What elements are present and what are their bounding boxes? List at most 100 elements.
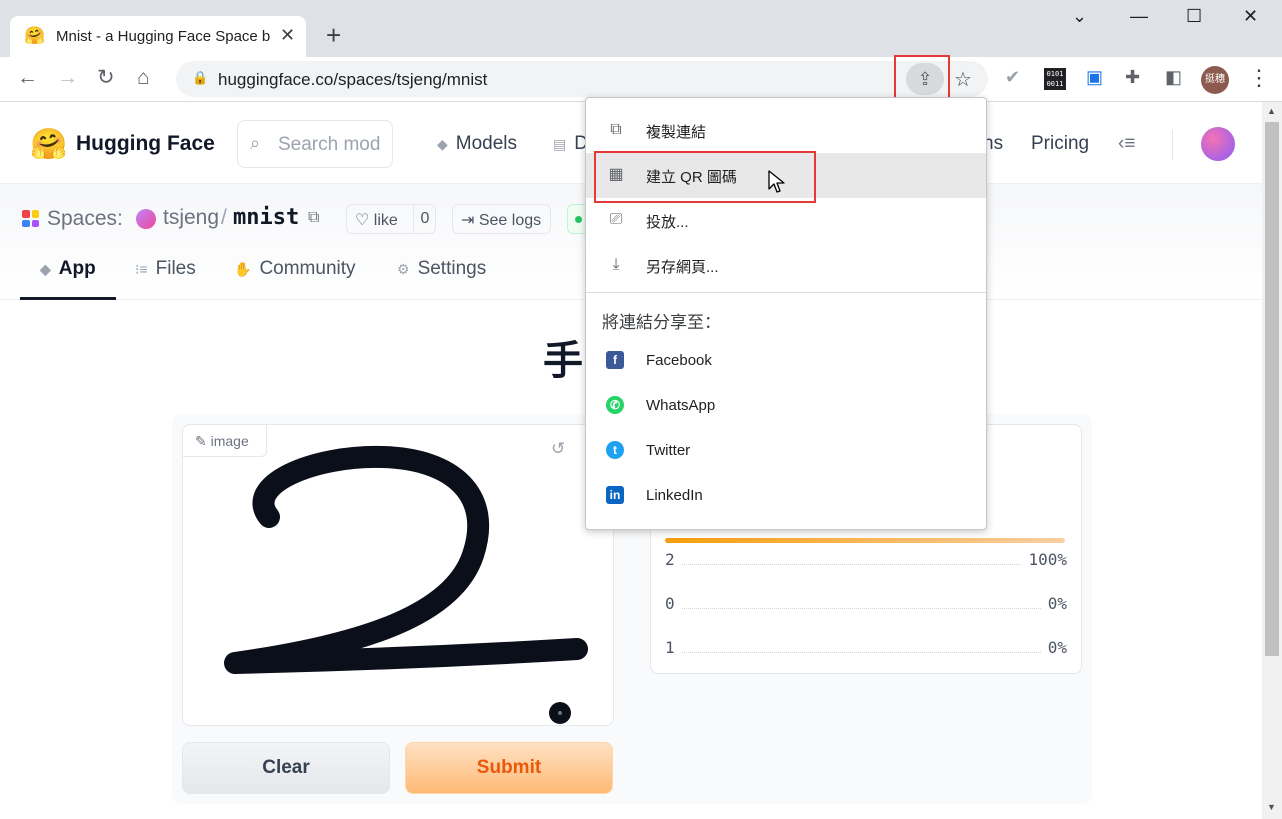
facebook-icon: f [606, 351, 624, 369]
maximize-icon[interactable]: ☐ [1186, 6, 1202, 27]
heart-icon: ♡ [355, 212, 370, 229]
space-name[interactable]: mnist [233, 205, 299, 230]
clear-button[interactable]: Clear [182, 742, 390, 794]
user-avatar[interactable] [1201, 127, 1235, 161]
page-scrollbar[interactable]: ▲ ▼ [1262, 102, 1282, 819]
prediction-value: 0% [1041, 638, 1067, 657]
like-label: ♡ like [355, 212, 398, 229]
image-label: ✎ image [183, 425, 267, 457]
prediction-label: 1 [665, 638, 681, 657]
binary-extension-icon[interactable]: 0101 0011 [1044, 68, 1066, 90]
status-dot [575, 216, 582, 223]
gear-icon: ⚙ [397, 261, 410, 277]
menu-item-linkedin[interactable]: in LinkedIn [586, 474, 986, 519]
whatsapp-icon: ✆ [606, 396, 624, 414]
sketchpad-canvas[interactable]: ✎ image ↺ [182, 424, 614, 726]
save-page-icon: ⤓ [612, 256, 620, 273]
hf-logo-icon[interactable]: 🤗 [30, 127, 67, 162]
menu-divider [586, 292, 986, 293]
reload-icon[interactable]: ↻ [97, 66, 115, 90]
menu-item-save-page[interactable]: ⤓ 另存網頁... [586, 243, 986, 288]
tab-title: Mnist - a Hugging Face Space b [56, 28, 271, 45]
prediction-label: 0 [665, 594, 681, 613]
cast-icon: ⎚ [609, 211, 623, 228]
menu-item-copy-link[interactable]: ⧉ 複製連結 [586, 108, 986, 153]
cube-icon: ◆ [437, 136, 448, 152]
menu-item-facebook[interactable]: f Facebook [586, 339, 986, 384]
document-extension-icon[interactable]: ▣ [1086, 67, 1103, 88]
like-button[interactable]: ♡ like 0 [346, 204, 436, 234]
back-icon[interactable]: ← [17, 66, 38, 90]
owner-avatar [136, 209, 156, 229]
prediction-row: 1 0% [665, 638, 1067, 660]
spaces-label[interactable]: Spaces: [47, 207, 123, 231]
menu-item-twitter[interactable]: t Twitter [586, 429, 986, 474]
logs-icon: ⇥ [461, 212, 475, 229]
prediction-value: 0% [1041, 594, 1067, 613]
nav-datasets[interactable]: ▤ D [553, 133, 588, 155]
side-panel-icon[interactable]: ◧ [1165, 67, 1182, 88]
minimize-icon[interactable]: — [1130, 6, 1148, 27]
scroll-down-icon[interactable]: ▼ [1267, 802, 1276, 812]
tab-app[interactable]: ◆ App [40, 258, 96, 280]
nav-pricing[interactable]: Pricing [1031, 133, 1089, 155]
extensions-puzzle-icon[interactable]: ✚ [1125, 67, 1140, 88]
community-icon: ✋ [234, 261, 252, 277]
browser-titlebar: 🤗 Mnist - a Hugging Face Space b ✕ + ⌄ —… [0, 0, 1282, 57]
twitter-icon: t [606, 441, 624, 459]
check-extension-icon[interactable]: ✔ [1005, 67, 1020, 88]
tab-settings[interactable]: ⚙ Settings [397, 258, 486, 280]
nav-more-icon[interactable]: ‹≡ [1118, 133, 1135, 155]
bookmark-star-icon[interactable]: ☆ [954, 67, 972, 92]
nav-models[interactable]: ◆ Models [437, 133, 517, 155]
nav-divider [1172, 130, 1173, 160]
menu-item-cast[interactable]: ⎚ 投放... [586, 198, 986, 243]
submit-button[interactable]: Submit [405, 742, 613, 794]
url-text[interactable]: huggingface.co/spaces/tsjeng/mnist [218, 70, 487, 90]
mouse-cursor-icon [768, 170, 785, 193]
top-prediction-bar [665, 538, 1065, 543]
forward-icon[interactable]: → [57, 66, 78, 90]
database-icon: ▤ [553, 136, 567, 152]
like-count: 0 [413, 205, 436, 233]
profile-avatar[interactable]: 挺穗 [1201, 66, 1229, 94]
search-icon: ⌕ [250, 133, 261, 153]
handwritten-digit-drawing [224, 445, 588, 724]
app-title: 手 [543, 338, 583, 384]
copy-link-icon: ⧉ [610, 121, 622, 138]
path-slash: / [221, 206, 227, 229]
tab-files[interactable]: ⁝≡ Files [135, 258, 196, 280]
address-bar[interactable]: 🔒 huggingface.co/spaces/tsjeng/mnist [176, 61, 988, 97]
prediction-label: 2 [665, 550, 681, 569]
space-owner[interactable]: tsjeng [163, 206, 219, 230]
tab-close-icon[interactable]: ✕ [280, 25, 295, 46]
search-placeholder: Search mod [278, 134, 381, 155]
tab-community[interactable]: ✋ Community [234, 258, 356, 280]
spaces-icon [22, 210, 39, 227]
tab-search-icon[interactable]: ⌄ [1072, 6, 1087, 27]
menu-item-whatsapp[interactable]: ✆ WhatsApp [586, 384, 986, 429]
linkedin-icon: in [606, 486, 624, 504]
pencil-icon: ✎ [195, 433, 207, 449]
copy-icon[interactable]: ⧉ [308, 209, 319, 227]
prediction-row: 2 100% [665, 550, 1067, 572]
undo-icon[interactable]: ↺ [551, 439, 565, 459]
share-to-heading: 將連結分享至： [602, 313, 721, 332]
prediction-value: 100% [1022, 550, 1067, 569]
cube-icon: ◆ [40, 261, 51, 277]
scrollbar-thumb[interactable] [1265, 122, 1279, 656]
new-tab-button[interactable]: + [326, 20, 341, 50]
search-input[interactable]: ⌕ Search mod [237, 120, 393, 168]
browser-tab[interactable]: 🤗 Mnist - a Hugging Face Space b ✕ [10, 16, 306, 57]
browser-menu-icon[interactable]: ⋮ [1248, 65, 1270, 91]
browser-toolbar: ← → ↻ ⌂ 🔒 huggingface.co/spaces/tsjeng/m… [0, 55, 1282, 105]
tab-favicon-icon: 🤗 [24, 26, 46, 45]
scroll-up-icon[interactable]: ▲ [1267, 106, 1276, 116]
lock-icon[interactable]: 🔒 [192, 70, 208, 86]
hf-brand-name[interactable]: Hugging Face [76, 132, 215, 156]
see-logs-button[interactable]: ⇥ See logs [452, 204, 551, 234]
home-icon[interactable]: ⌂ [137, 66, 150, 90]
close-window-icon[interactable]: ✕ [1243, 6, 1258, 27]
files-icon: ⁝≡ [135, 261, 148, 277]
share-menu: ⧉ 複製連結 ▦ 建立 QR 圖碼 ⎚ 投放... ⤓ 另存網頁... 將連結分… [585, 97, 987, 530]
